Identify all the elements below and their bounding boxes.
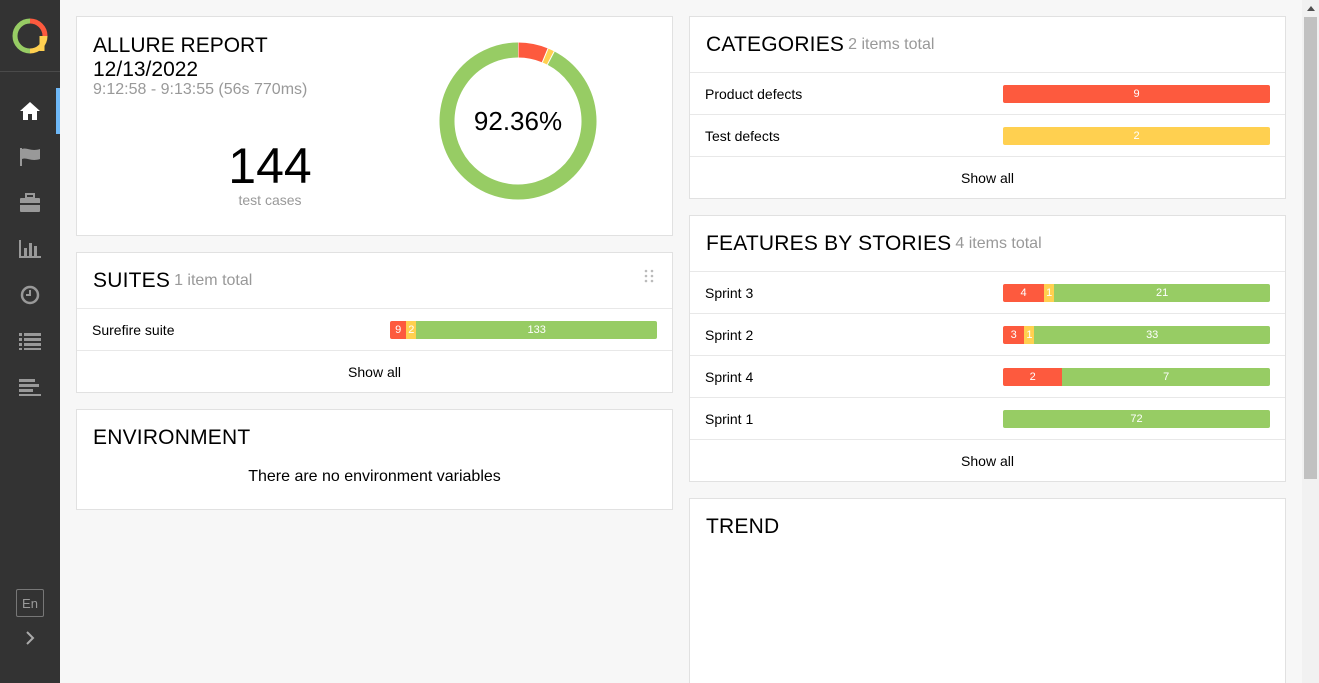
nav-suites[interactable] (0, 180, 60, 226)
passed-segment: 33 (1034, 325, 1270, 344)
suites-widget: SUITES 1 item total Surefire suite 9 2 133 … (76, 252, 673, 393)
failed-segment: 3 (1003, 325, 1025, 344)
status-bar[interactable]: 3 1 33 (1003, 325, 1270, 344)
status-bar[interactable]: 9 (1003, 84, 1270, 103)
nav-categories[interactable] (0, 134, 60, 180)
page-scrollbar[interactable] (1302, 0, 1319, 683)
summary-widget: ALLURE REPORT 12/13/2022 9:12:58 - 9:13:… (76, 16, 673, 236)
chevron-right-icon (26, 631, 35, 645)
environment-widget: ENVIRONMENT There are no environment var… (76, 409, 673, 510)
report-title-line1: ALLURE REPORT (93, 34, 268, 57)
list-item[interactable]: Product defects 9 (690, 73, 1285, 115)
expand-sidebar-button[interactable] (20, 628, 40, 648)
pass-rate: 92.36% (473, 105, 563, 136)
status-bar[interactable]: 4 1 21 (1003, 283, 1270, 302)
bar-chart-icon (19, 240, 41, 258)
suites-show-all-link[interactable]: Show all (77, 351, 672, 392)
passed-segment: 72 (1003, 409, 1270, 428)
sidebar: En (0, 0, 60, 683)
features-widget: FEATURES BY STORIES 4 items total Sprint… (689, 215, 1286, 482)
suites-title: SUITES (93, 268, 171, 292)
broken-segment: 1 (1044, 283, 1055, 302)
sidebar-nav (0, 72, 60, 410)
features-title: FEATURES BY STORIES (706, 231, 952, 255)
status-bar[interactable]: 72 (1003, 409, 1270, 428)
nav-overview[interactable] (0, 88, 60, 134)
scroll-up-arrow-icon (1306, 6, 1315, 11)
test-case-count-label: test cases (238, 192, 302, 208)
status-bar[interactable]: 2 (1003, 126, 1270, 145)
passed-segment: 133 (416, 320, 657, 339)
features-header: FEATURES BY STORIES 4 items total (690, 216, 1285, 272)
trend-header: TREND (690, 499, 1285, 539)
list-item[interactable]: Sprint 3 4 1 21 (690, 272, 1285, 314)
broken-segment: 1 (1024, 325, 1035, 344)
timeline-icon (19, 379, 41, 396)
environment-header: ENVIRONMENT (77, 410, 672, 450)
passed-segment: 21 (1054, 283, 1270, 302)
list-item[interactable]: Test defects 2 (690, 115, 1285, 157)
language-button[interactable]: En (16, 589, 44, 617)
categories-list: Product defects 9 Test defects 2 (690, 73, 1285, 157)
status-bar[interactable]: 27 (1003, 367, 1270, 386)
list-item[interactable]: Surefire suite 9 2 133 (77, 309, 672, 351)
list-item[interactable]: Sprint 1 72 (690, 398, 1285, 440)
features-list: Sprint 3 4 1 21 Sprint 2 3 1 33 Sprint 4 2 7 Sprint… (690, 272, 1285, 440)
features-count: 4 items total (955, 234, 1042, 252)
scroll-thumb[interactable] (1304, 17, 1317, 479)
nav-graphs[interactable] (0, 226, 60, 272)
features-show-all-link[interactable]: Show all (690, 440, 1285, 481)
nav-packages[interactable] (0, 364, 60, 410)
nav-timeline[interactable] (0, 272, 60, 318)
environment-empty-message: There are no environment variables (248, 468, 501, 485)
trend-widget: TREND (689, 498, 1286, 683)
briefcase-icon (20, 193, 40, 212)
report-time-range: 9:12:58 - 9:13:55 (56s 770ms) (93, 81, 308, 98)
categories-count: 2 items total (848, 35, 935, 53)
categories-show-all-link[interactable]: Show all (690, 157, 1285, 198)
trend-title: TREND (706, 515, 780, 538)
environment-title: ENVIRONMENT (93, 426, 251, 449)
suites-count: 1 item total (174, 271, 253, 289)
status-donut-chart[interactable]: 92.36% (438, 41, 598, 201)
allure-logo-icon[interactable] (12, 18, 48, 54)
report-date: 12/13/2022 (93, 58, 199, 81)
drag-handle-icon[interactable] (644, 269, 654, 283)
passed-segment: 7 (1062, 367, 1270, 386)
suites-list: Surefire suite 9 2 133 (77, 309, 672, 351)
scroll-up-button[interactable] (1302, 0, 1319, 17)
flag-icon (20, 148, 40, 166)
clock-icon (20, 285, 40, 305)
list-item[interactable]: Sprint 2 3 1 33 (690, 314, 1285, 356)
failed-segment: 4 (1003, 283, 1045, 302)
categories-widget: CATEGORIES 2 items total Product defects… (689, 16, 1286, 199)
suites-header: SUITES 1 item total (77, 253, 672, 309)
failed-segment: 9 (390, 320, 407, 339)
home-icon (20, 102, 40, 120)
report-title: ALLURE REPORT 12/13/2022 (93, 34, 268, 82)
categories-title: CATEGORIES (706, 32, 845, 56)
categories-header: CATEGORIES 2 items total (690, 17, 1285, 73)
status-bar[interactable]: 9 2 133 (390, 320, 657, 339)
nav-behaviors[interactable] (0, 318, 60, 364)
list-icon (19, 333, 41, 350)
broken-segment: 2 (1003, 126, 1270, 145)
failed-segment: 2 (1003, 367, 1063, 386)
failed-segment: 9 (1003, 84, 1270, 103)
list-item[interactable]: Sprint 427 (690, 356, 1285, 398)
logo-area (0, 0, 60, 72)
broken-segment: 2 (406, 320, 417, 339)
test-case-count: 144 (228, 138, 312, 194)
